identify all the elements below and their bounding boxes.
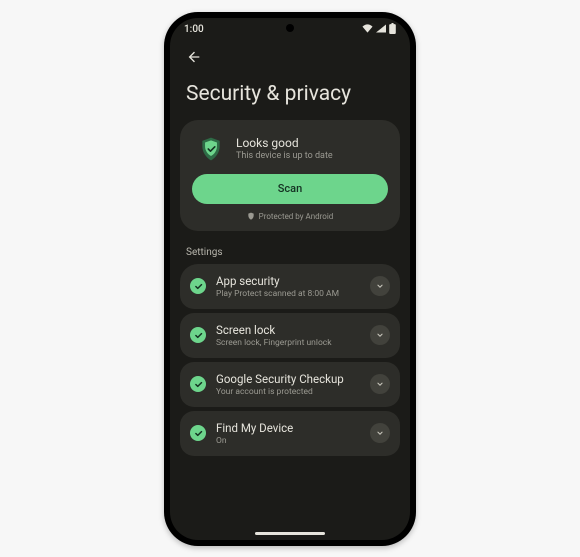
- settings-item-app-security[interactable]: App security Play Protect scanned at 8:0…: [180, 264, 400, 309]
- chevron-down-icon: [375, 428, 385, 438]
- arrow-back-icon: [186, 49, 202, 65]
- settings-item-google-security-checkup[interactable]: Google Security Checkup Your account is …: [180, 362, 400, 407]
- settings-item-find-my-device[interactable]: Find My Device On: [180, 411, 400, 456]
- scan-button-label: Scan: [278, 182, 302, 195]
- back-button[interactable]: [180, 43, 208, 71]
- settings-item-screen-lock[interactable]: Screen lock Screen lock, Fingerprint unl…: [180, 313, 400, 358]
- expand-button[interactable]: [370, 325, 390, 345]
- home-indicator[interactable]: [255, 532, 325, 535]
- check-icon: [190, 327, 206, 343]
- status-title: Looks good: [236, 136, 333, 150]
- status-subtitle: This device is up to date: [236, 151, 333, 161]
- screen: 1:00 Security & pri: [170, 18, 410, 540]
- settings-item-title: App security: [216, 274, 360, 288]
- wifi-icon: [362, 24, 373, 36]
- check-icon: [190, 425, 206, 441]
- status-shield-icon: [196, 134, 226, 164]
- settings-item-title: Find My Device: [216, 421, 360, 435]
- settings-list: App security Play Protect scanned at 8:0…: [170, 264, 410, 456]
- settings-item-title: Google Security Checkup: [216, 372, 360, 386]
- chevron-down-icon: [375, 330, 385, 340]
- settings-section-label: Settings: [170, 241, 410, 264]
- scan-button[interactable]: Scan: [192, 174, 388, 204]
- signal-icon: [376, 24, 386, 36]
- protected-by-label: Protected by Android: [259, 212, 334, 221]
- settings-item-subtitle: Screen lock, Fingerprint unlock: [216, 338, 360, 348]
- check-icon: [190, 376, 206, 392]
- phone-frame: 1:00 Security & pri: [164, 12, 416, 546]
- settings-item-subtitle: On: [216, 436, 360, 446]
- status-card: Looks good This device is up to date Sca…: [180, 120, 400, 231]
- protected-by-footer: Protected by Android: [192, 212, 388, 221]
- shield-small-icon: [247, 212, 255, 220]
- camera-hole: [286, 24, 294, 32]
- expand-button[interactable]: [370, 276, 390, 296]
- settings-item-subtitle: Play Protect scanned at 8:00 AM: [216, 289, 360, 299]
- expand-button[interactable]: [370, 423, 390, 443]
- chevron-down-icon: [375, 281, 385, 291]
- chevron-down-icon: [375, 379, 385, 389]
- battery-icon: [389, 23, 396, 37]
- settings-item-subtitle: Your account is protected: [216, 387, 360, 397]
- top-app-bar: [170, 42, 410, 72]
- settings-item-title: Screen lock: [216, 323, 360, 337]
- status-time: 1:00: [184, 24, 204, 35]
- expand-button[interactable]: [370, 374, 390, 394]
- check-icon: [190, 278, 206, 294]
- page-title: Security & privacy: [170, 72, 410, 120]
